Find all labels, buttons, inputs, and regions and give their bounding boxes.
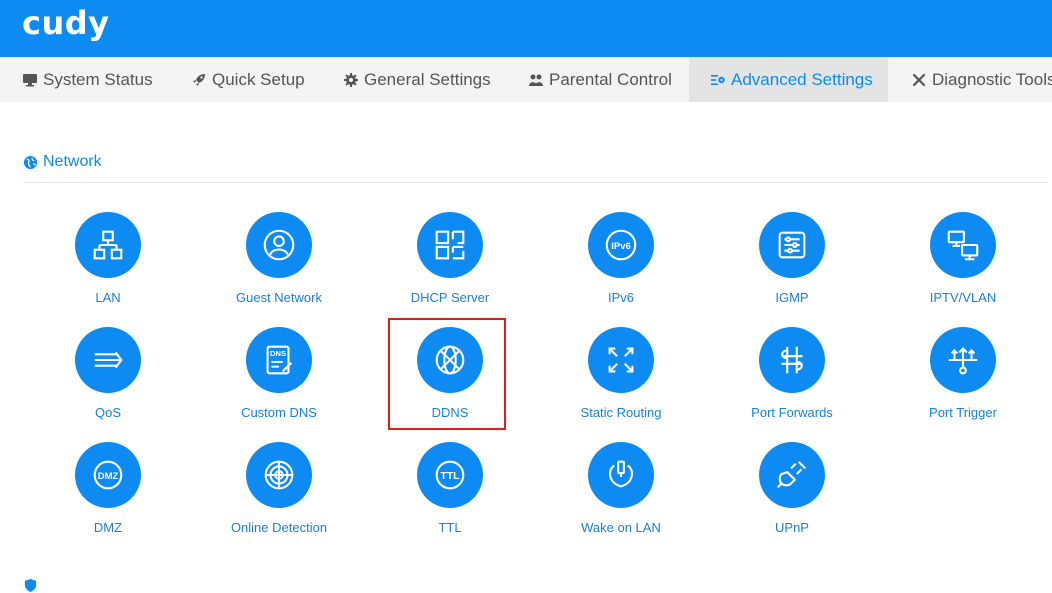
- tools-icon: [911, 72, 927, 88]
- tile-upnp[interactable]: UPnP: [712, 442, 872, 552]
- top-header-bar: cudy: [0, 0, 1052, 57]
- dmz-badge-text: DMZ: [98, 471, 119, 482]
- next-section-header: [23, 578, 43, 593]
- tile-dmz[interactable]: DMZ DMZ: [28, 442, 188, 552]
- port-forwards-icon: [759, 327, 825, 393]
- tab-diagnostic-tools[interactable]: Diagnostic Tools: [911, 57, 1052, 102]
- users-icon: [528, 72, 544, 88]
- dhcp-icon: [417, 212, 483, 278]
- static-routing-icon: [588, 327, 654, 393]
- lan-icon: [75, 212, 141, 278]
- tab-advanced-settings[interactable]: Advanced Settings: [689, 57, 888, 102]
- tile-label: Guest Network: [236, 290, 322, 305]
- tab-label: Parental Control: [549, 69, 672, 89]
- tile-label: DDNS: [431, 405, 469, 420]
- tile-label: Online Detection: [230, 520, 328, 535]
- rocket-icon: [191, 72, 207, 88]
- upnp-plug-icon: [759, 442, 825, 508]
- tile-label: LAN: [95, 290, 121, 305]
- tile-label: UPnP: [775, 520, 809, 535]
- tile-qos[interactable]: QoS: [28, 327, 188, 437]
- ddns-globe-icon: [417, 327, 483, 393]
- tile-custom-dns[interactable]: DNS Custom DNS: [199, 327, 359, 437]
- tile-ipv6[interactable]: IPv6 IPv6: [541, 212, 701, 322]
- tile-label: Custom DNS: [241, 405, 317, 420]
- tile-label: IGMP: [775, 290, 809, 305]
- tab-label: Advanced Settings: [731, 69, 873, 89]
- tab-label: Quick Setup: [212, 69, 305, 89]
- ipv6-icon: IPv6: [588, 212, 654, 278]
- tile-iptv-vlan[interactable]: IPTV/VLAN: [883, 212, 1043, 322]
- tile-label: DHCP Server: [410, 290, 490, 305]
- tile-label: Port Trigger: [929, 405, 997, 420]
- tile-ddns[interactable]: DDNS: [370, 327, 530, 437]
- tile-wake-on-lan[interactable]: Wake on LAN: [541, 442, 701, 552]
- tile-dhcp-server[interactable]: DHCP Server: [370, 212, 530, 322]
- ipv6-badge-text: IPv6: [611, 241, 631, 252]
- gear-icon: [343, 72, 359, 88]
- online-detection-icon: [246, 442, 312, 508]
- tab-label: System Status: [43, 69, 153, 89]
- section-divider: [23, 182, 1048, 183]
- custom-dns-icon: DNS: [246, 327, 312, 393]
- globe-icon: [23, 155, 38, 170]
- tile-port-forwards[interactable]: Port Forwards: [712, 327, 872, 437]
- tab-general-settings[interactable]: General Settings: [343, 57, 491, 102]
- port-trigger-icon: [930, 327, 996, 393]
- tab-system-status[interactable]: System Status: [22, 57, 153, 102]
- wake-on-lan-icon: [588, 442, 654, 508]
- tile-label: DMZ: [93, 520, 123, 535]
- tile-guest-network[interactable]: Guest Network: [199, 212, 359, 322]
- iptv-monitors-icon: [930, 212, 996, 278]
- tab-parental-control[interactable]: Parental Control: [528, 57, 672, 102]
- advanced-settings-icon: [710, 72, 726, 88]
- section-title: Network: [43, 153, 102, 170]
- tile-port-trigger[interactable]: Port Trigger: [883, 327, 1043, 437]
- section-header-network: Network: [23, 153, 102, 171]
- monitor-icon: [22, 72, 38, 88]
- tile-lan[interactable]: LAN: [28, 212, 188, 322]
- tile-ttl[interactable]: TTL TTL: [370, 442, 530, 552]
- tile-label: Static Routing: [580, 405, 662, 420]
- tile-label: IPv6: [607, 290, 634, 305]
- shield-icon: [23, 578, 38, 593]
- tile-label: TTL: [438, 520, 462, 535]
- tile-static-routing[interactable]: Static Routing: [541, 327, 701, 437]
- main-nav: System Status Quick Setup General Settin…: [0, 57, 1052, 102]
- guest-user-icon: [246, 212, 312, 278]
- igmp-sliders-icon: [759, 212, 825, 278]
- tile-label: Wake on LAN: [581, 520, 661, 535]
- tab-quick-setup[interactable]: Quick Setup: [191, 57, 305, 102]
- tile-label: Port Forwards: [751, 405, 833, 420]
- ttl-badge-text: TTL: [440, 471, 460, 482]
- tab-label: General Settings: [364, 69, 491, 89]
- brand-logo[interactable]: cudy: [22, 4, 110, 42]
- tile-label: QoS: [94, 405, 121, 420]
- dns-badge-text: DNS: [270, 349, 286, 358]
- ttl-icon: TTL: [417, 442, 483, 508]
- dmz-icon: DMZ: [75, 442, 141, 508]
- tile-label: IPTV/VLAN: [929, 290, 997, 305]
- tile-online-detection[interactable]: Online Detection: [199, 442, 359, 552]
- tab-label: Diagnostic Tools: [932, 69, 1052, 89]
- qos-arrows-icon: [75, 327, 141, 393]
- tile-igmp[interactable]: IGMP: [712, 212, 872, 322]
